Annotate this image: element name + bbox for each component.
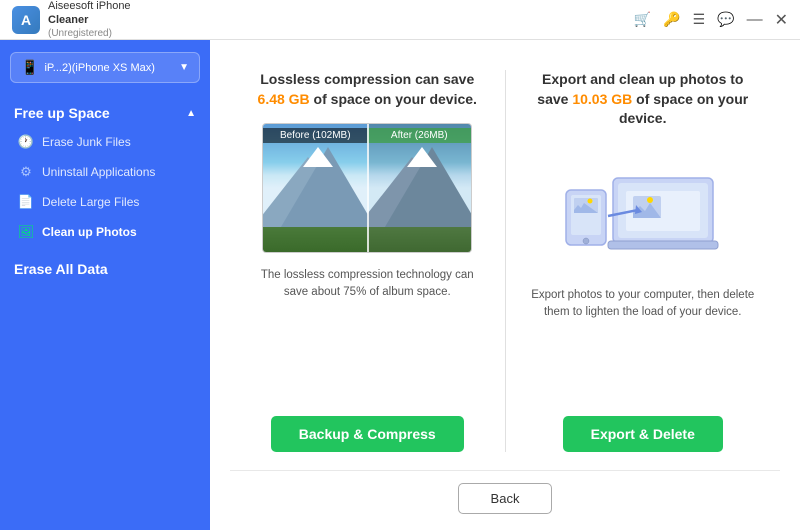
sidebar-item-label: Uninstall Applications — [42, 165, 155, 179]
chevron-up-icon: ▲ — [186, 108, 196, 119]
main-layout: 📱 iP...2)(iPhone XS Max) ▼ Free up Space… — [0, 40, 800, 530]
sidebar-item-delete-large[interactable]: 📄 Delete Large Files — [0, 187, 210, 217]
content-footer: Back — [230, 470, 780, 514]
sidebar-item-label: Delete Large Files — [42, 195, 139, 209]
section-title-free: Free up Space — [14, 105, 110, 121]
ground — [263, 227, 367, 252]
snow-cap — [303, 147, 333, 167]
title-bar: A Aiseesoft iPhone Cleaner (Unregistered… — [0, 0, 800, 40]
gear-icon: ⚙ — [18, 164, 34, 180]
erase-all-data-label: Erase All Data — [14, 261, 108, 277]
phone-icon: 📱 — [21, 59, 38, 76]
key-icon[interactable]: 🔑 — [663, 11, 680, 28]
compress-description: The lossless compression technology can … — [250, 267, 485, 400]
before-label: Before (102MB) — [263, 128, 367, 143]
device-name: iP...2)(iPhone XS Max) — [44, 62, 173, 74]
backup-compress-button[interactable]: Backup & Compress — [271, 416, 464, 452]
ground-after — [367, 227, 471, 252]
compress-panel: Lossless compression can save 6.48 GB of… — [230, 60, 505, 462]
after-image: After (26MB) — [367, 124, 471, 252]
sidebar-item-clean-photos[interactable]: 🖼 Clean up Photos — [0, 217, 210, 247]
compress-title: Lossless compression can save 6.48 GB of… — [250, 70, 485, 109]
export-svg — [558, 148, 728, 268]
device-selector[interactable]: 📱 iP...2)(iPhone XS Max) ▼ — [10, 52, 200, 83]
clock-icon: 🕐 — [18, 134, 34, 150]
chevron-down-icon: ▼ — [179, 62, 189, 73]
export-title: Export and clean up photos to save 10.03… — [526, 70, 761, 129]
content-area: Lossless compression can save 6.48 GB of… — [210, 40, 800, 530]
app-title: Aiseesoft iPhone Cleaner (Unregistered) — [48, 0, 634, 40]
after-label: After (26MB) — [367, 128, 471, 143]
snow-cap-after — [407, 147, 437, 167]
image-comparison: Before (102MB) After (26MB) — [262, 123, 472, 253]
export-illustration — [553, 143, 733, 273]
cart-icon[interactable]: 🛒 — [634, 11, 651, 28]
export-delete-button[interactable]: Export & Delete — [563, 416, 723, 452]
free-up-space-section: Free up Space ▲ 🕐 Erase Junk Files ⚙ Uni… — [0, 95, 210, 247]
export-panel: Export and clean up photos to save 10.03… — [506, 60, 781, 462]
sidebar-item-label: Clean up Photos — [42, 225, 137, 239]
menu-icon[interactable]: ☰ — [693, 11, 706, 28]
free-up-space-header[interactable]: Free up Space ▲ — [0, 95, 210, 127]
back-button[interactable]: Back — [458, 483, 553, 514]
content-panels: Lossless compression can save 6.48 GB of… — [230, 60, 780, 462]
sidebar: 📱 iP...2)(iPhone XS Max) ▼ Free up Space… — [0, 40, 210, 530]
sidebar-item-erase-junk[interactable]: 🕐 Erase Junk Files — [0, 127, 210, 157]
sidebar-item-uninstall[interactable]: ⚙ Uninstall Applications — [0, 157, 210, 187]
erase-all-data-item[interactable]: Erase All Data — [0, 247, 210, 285]
close-icon[interactable]: ✕ — [775, 10, 788, 30]
sidebar-item-label: Erase Junk Files — [42, 135, 131, 149]
chat-icon[interactable]: 💬 — [717, 11, 734, 28]
before-scene — [263, 124, 367, 252]
before-image: Before (102MB) — [263, 124, 367, 252]
app-logo: A — [12, 6, 40, 34]
window-controls: 🛒 🔑 ☰ 💬 — ✕ — [634, 10, 788, 30]
comparison-divider — [367, 124, 369, 252]
file-icon: 📄 — [18, 194, 34, 210]
photo-icon: 🖼 — [18, 224, 34, 240]
after-scene — [367, 124, 471, 252]
minimize-icon[interactable]: — — [747, 11, 763, 29]
export-description: Export photos to your computer, then del… — [526, 287, 761, 400]
